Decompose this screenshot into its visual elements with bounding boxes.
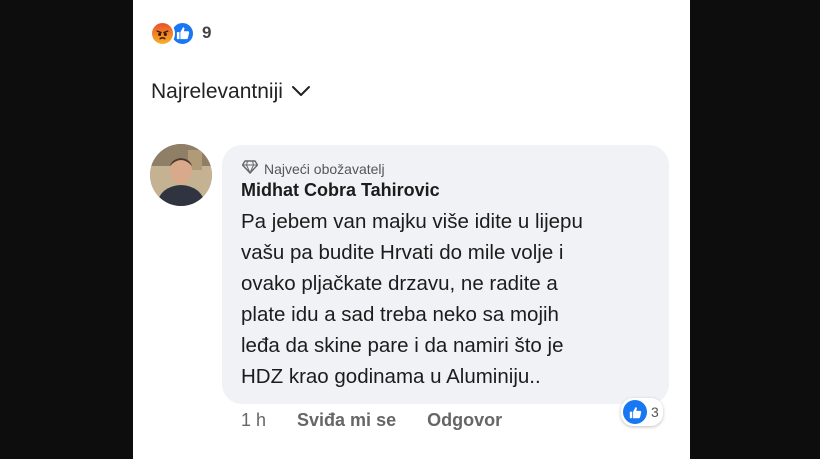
comment-text: Pa jebem van majku više idite u lijepu v… [241, 206, 661, 392]
comment-line: vašu pa budite Hrvati do mile volje i [241, 241, 564, 264]
reply-button[interactable]: Odgovor [427, 410, 502, 431]
comment-bubble: Najveći obožavatelj Midhat Cobra Tahirov… [222, 145, 669, 404]
like-count-value: 3 [651, 404, 659, 420]
badge-label: Najveći obožavatelj [264, 160, 385, 177]
reaction-summary[interactable]: 9 [150, 20, 211, 46]
comments-panel: 9 Najrelevantniji Najveći obožavatelj Mi… [133, 0, 690, 459]
avatar[interactable] [150, 144, 212, 206]
comment-line: HDZ krao godinama u Aluminiju.. [241, 365, 541, 388]
comment-actions: 1 h Sviđa mi se Odgovor [241, 410, 533, 431]
comment-line: plate idu a sad treba neko sa mojih [241, 303, 559, 326]
diamond-icon [241, 160, 259, 177]
comment-line: ovako pljačkate drzavu, ne radite a [241, 272, 558, 295]
comment-sort-dropdown[interactable]: Najrelevantniji [151, 80, 311, 104]
reaction-count: 9 [202, 23, 212, 42]
top-fan-badge: Najveći obožavatelj [241, 160, 385, 177]
comment-like-count[interactable]: 3 [621, 398, 663, 426]
chevron-down-icon [291, 79, 311, 103]
like-button[interactable]: Sviđa mi se [297, 410, 396, 431]
angry-icon [150, 20, 175, 46]
like-icon [623, 400, 647, 424]
comment-timestamp[interactable]: 1 h [241, 410, 266, 431]
comment-line: Pa jebem van majku više idite u lijepu [241, 210, 583, 233]
comment-line: leđa da skine pare i da namiri što je [241, 334, 564, 357]
sort-label: Najrelevantniji [151, 80, 283, 103]
comment-author[interactable]: Midhat Cobra Tahirovic [241, 180, 440, 201]
